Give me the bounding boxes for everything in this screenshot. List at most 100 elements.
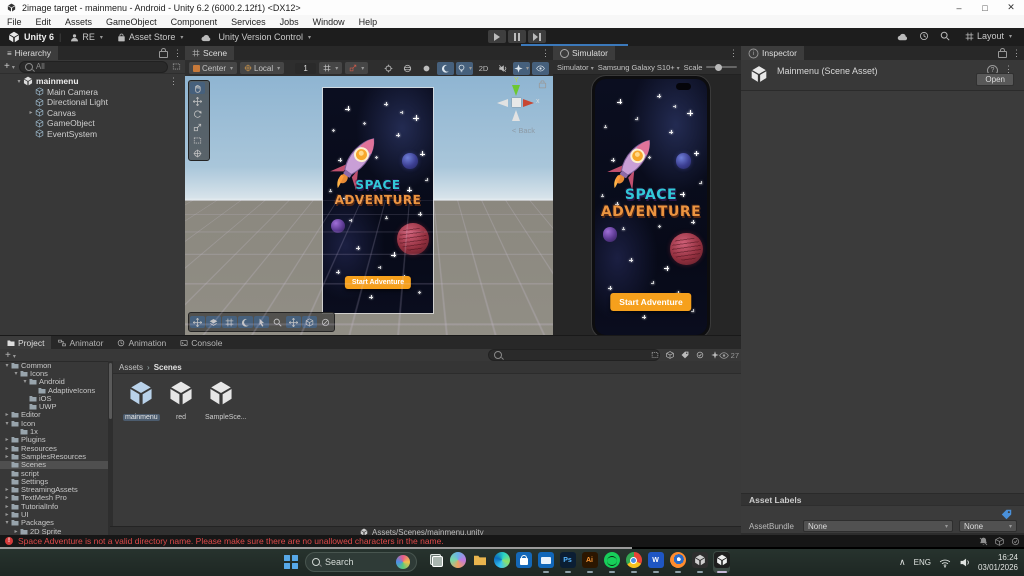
wifi-icon[interactable] bbox=[939, 558, 951, 568]
gizmo-axis[interactable] bbox=[497, 99, 508, 107]
tray-expand-icon[interactable]: ∧ bbox=[899, 557, 906, 568]
asset-red[interactable]: red bbox=[163, 380, 199, 424]
version-control-menu[interactable]: Unity Version Control▾ bbox=[197, 32, 315, 42]
cube-button[interactable] bbox=[302, 316, 317, 328]
expand-arrow-icon[interactable]: ▸ bbox=[3, 453, 11, 460]
add-gameobject-button[interactable]: +▾ bbox=[4, 61, 15, 72]
expand-arrow-icon[interactable]: ▸ bbox=[3, 436, 11, 443]
account-menu[interactable]: RE▾ bbox=[66, 32, 107, 42]
game-screen-simulator[interactable]: SPACE ADVENTURE Start Adventure bbox=[595, 79, 707, 335]
lighting-toggle[interactable]: ▾ bbox=[456, 62, 473, 75]
gizmo-axis[interactable] bbox=[512, 110, 520, 121]
project-search-input[interactable] bbox=[488, 349, 660, 361]
expand-arrow-icon[interactable]: ▾ bbox=[12, 370, 20, 377]
taskbar-chrome[interactable] bbox=[625, 551, 642, 573]
gizmo-lock-icon[interactable] bbox=[539, 83, 546, 89]
scrollbar-thumb[interactable] bbox=[109, 363, 112, 419]
gizmo-y-axis[interactable] bbox=[512, 85, 520, 96]
move-tool-button[interactable] bbox=[190, 95, 205, 107]
tab-scene[interactable]: Scene bbox=[185, 46, 234, 60]
kebab-menu-icon[interactable]: ⋮ bbox=[169, 76, 178, 87]
hierarchy-item-main-camera[interactable]: Main Camera bbox=[27, 87, 185, 98]
scene-picker-icon[interactable] bbox=[172, 62, 181, 71]
gizmo-x-axis[interactable] bbox=[523, 99, 534, 107]
tool-handle-position-dropdown[interactable]: Center▾ bbox=[189, 62, 237, 74]
taskbar-edge[interactable] bbox=[493, 551, 510, 573]
tab-console[interactable]: Console bbox=[173, 336, 229, 349]
hidden-items-toggle[interactable]: 27 bbox=[719, 351, 739, 360]
rotate-tool-button[interactable] bbox=[190, 108, 205, 120]
taskbar-search[interactable]: Search bbox=[305, 552, 417, 572]
scene-2d-toggle[interactable]: 2D bbox=[475, 62, 492, 75]
hierarchy-item-canvas[interactable]: ▸Canvas bbox=[27, 108, 185, 119]
menu-assets[interactable]: Assets bbox=[58, 17, 99, 27]
hierarchy-search-input[interactable]: All bbox=[19, 61, 168, 73]
crescent-view-toggle[interactable] bbox=[437, 62, 454, 75]
grid-button[interactable] bbox=[222, 316, 237, 328]
search-by-type-icon[interactable] bbox=[651, 351, 659, 359]
tree-item-uwp[interactable]: UWP bbox=[0, 402, 108, 410]
move-button[interactable] bbox=[190, 316, 205, 328]
view-hand-tool-button[interactable] bbox=[190, 82, 205, 94]
menu-gameobject[interactable]: GameObject bbox=[99, 17, 164, 27]
taskbar-outlook[interactable] bbox=[537, 551, 554, 573]
asset-mainmenu[interactable]: mainmenu bbox=[123, 380, 159, 424]
expand-arrow-icon[interactable]: ▾ bbox=[3, 420, 11, 427]
create-asset-button[interactable]: +▾ bbox=[5, 350, 16, 361]
snap-increment-dropdown[interactable]: ▾ bbox=[345, 62, 368, 74]
taskbar-task-view[interactable] bbox=[427, 551, 444, 573]
status-error-bar[interactable]: ! Space Adventure is not a valid directo… bbox=[0, 535, 1024, 547]
asset-samplesce[interactable]: SampleSce... bbox=[203, 380, 239, 424]
tree-item-samplesresources[interactable]: ▸SamplesResources bbox=[0, 452, 108, 460]
minimize-button[interactable]: – bbox=[946, 0, 972, 15]
tree-item-icon[interactable]: ▾Icon bbox=[0, 419, 108, 427]
package-manager-icon[interactable] bbox=[995, 537, 1004, 546]
crescent-button[interactable] bbox=[238, 316, 253, 328]
expand-arrow-icon[interactable]: ▸ bbox=[27, 109, 35, 116]
shading-sphere-toggle[interactable] bbox=[399, 62, 416, 75]
taskbar-word[interactable]: W bbox=[647, 551, 664, 573]
tab-hierarchy[interactable]: ≡ Hierarchy bbox=[0, 46, 58, 60]
audio-mute-toggle[interactable] bbox=[494, 62, 511, 75]
simulator-menu-dropdown[interactable]: Simulator▾ bbox=[557, 63, 594, 72]
transform-tool-button[interactable] bbox=[190, 147, 205, 159]
expand-arrow-icon[interactable]: ▾ bbox=[15, 78, 23, 85]
tab-animation[interactable]: Animation bbox=[110, 336, 173, 349]
taskbar-photoshop[interactable]: Ps bbox=[559, 551, 576, 573]
tree-item-ui[interactable]: ▸UI bbox=[0, 510, 108, 518]
undo-history-icon[interactable] bbox=[919, 31, 929, 41]
lock-icon[interactable] bbox=[998, 51, 1007, 58]
tree-item-common[interactable]: ▾Common bbox=[0, 361, 108, 369]
info-icon[interactable] bbox=[696, 351, 704, 359]
close-button[interactable]: ✕ bbox=[998, 0, 1024, 15]
expand-arrow-icon[interactable]: ▸ bbox=[12, 528, 20, 535]
tree-item-scenes[interactable]: Scenes bbox=[0, 461, 108, 469]
taskbar-unity-hub[interactable] bbox=[691, 551, 708, 573]
taskbar-unity-editor[interactable] bbox=[713, 551, 730, 573]
start-button[interactable] bbox=[284, 555, 298, 569]
scale-tool-button[interactable] bbox=[190, 121, 205, 133]
maximize-button[interactable]: □ bbox=[972, 0, 998, 15]
step-button[interactable] bbox=[528, 30, 546, 43]
clock[interactable]: 16:24 03/01/2026 bbox=[978, 553, 1018, 573]
progress-check-icon[interactable] bbox=[1011, 537, 1020, 546]
tab-animator[interactable]: Animator bbox=[51, 336, 110, 349]
gizmo-view-label[interactable]: < Back bbox=[512, 126, 535, 135]
move-tool-button[interactable] bbox=[286, 316, 301, 328]
tab-inspector[interactable]: i Inspector bbox=[741, 46, 804, 60]
disabled-button[interactable] bbox=[318, 316, 333, 328]
expand-arrow-icon[interactable]: ▾ bbox=[3, 519, 11, 526]
gizmo-center-cube[interactable] bbox=[512, 98, 521, 107]
scene-viewport[interactable]: SPACE ADVENTURE Start Adventure Y x < Ba… bbox=[185, 76, 553, 335]
menu-window[interactable]: Window bbox=[306, 17, 352, 27]
expand-arrow-icon[interactable]: ▸ bbox=[3, 494, 11, 501]
tool-handle-rotation-dropdown[interactable]: Local▾ bbox=[240, 62, 284, 74]
pause-button[interactable] bbox=[508, 30, 526, 43]
package-filter-icon[interactable] bbox=[666, 351, 674, 359]
tree-item-adaptiveicons[interactable]: AdaptiveIcons bbox=[0, 386, 108, 394]
cloud-services-icon[interactable] bbox=[897, 32, 908, 41]
kebab-menu-icon[interactable]: ⋮ bbox=[173, 48, 182, 59]
menu-help[interactable]: Help bbox=[352, 17, 385, 27]
layers-button[interactable] bbox=[206, 316, 221, 328]
label-filter-icon[interactable] bbox=[681, 351, 689, 359]
